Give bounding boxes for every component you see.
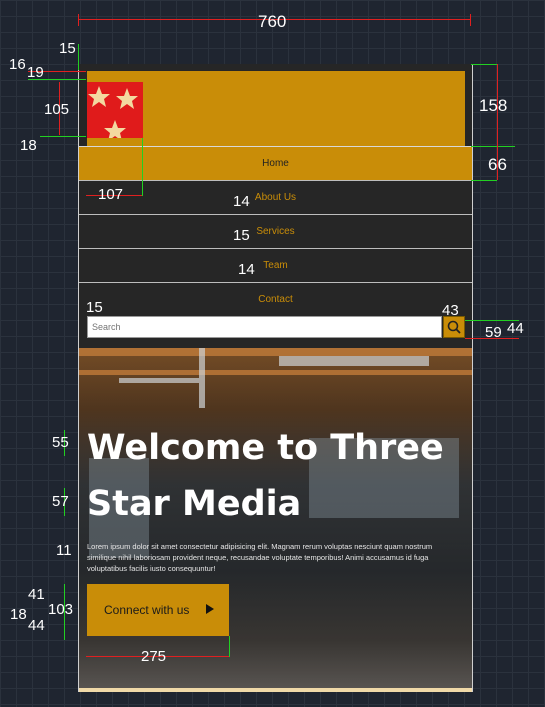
connect-button-label: Connect with us bbox=[104, 603, 190, 617]
nav-home[interactable]: Home bbox=[79, 146, 472, 181]
dim-page-width: 760 bbox=[258, 12, 287, 31]
hero-title: Welcome to Three Star Media bbox=[87, 428, 444, 524]
nav-team[interactable]: Team bbox=[79, 248, 472, 283]
dim-title-font-2: 57 bbox=[52, 493, 69, 510]
nav-services-label: Services bbox=[256, 226, 295, 237]
nav-services[interactable]: Services bbox=[79, 214, 472, 249]
nav-about-us[interactable]: About Us bbox=[79, 180, 472, 215]
search-button[interactable] bbox=[443, 316, 465, 338]
dimension-line bbox=[471, 146, 515, 147]
play-arrow-icon bbox=[206, 604, 214, 614]
dim-search-btn-width: 43 bbox=[442, 302, 459, 319]
dim-logo-b: 19 bbox=[27, 64, 44, 81]
dim-logo-height: 105 bbox=[44, 101, 70, 118]
dimension-line bbox=[229, 636, 230, 657]
dim-text-font: 11 bbox=[56, 542, 72, 559]
dimension-tick bbox=[470, 14, 471, 26]
nav-team-label: Team bbox=[263, 260, 288, 271]
dimension-line bbox=[142, 138, 143, 196]
dim-cta-height: 103 bbox=[48, 601, 74, 618]
dimension-line bbox=[40, 136, 86, 137]
dimension-tick bbox=[78, 14, 79, 26]
dimension-line bbox=[471, 64, 497, 65]
nav-contact[interactable]: Contact bbox=[79, 282, 472, 317]
star-icon bbox=[88, 86, 138, 138]
dim-nav-height: 66 bbox=[488, 155, 507, 174]
search-bar bbox=[87, 316, 465, 340]
dim-cta-bottom: 44 bbox=[28, 617, 45, 634]
nav-about-label: About Us bbox=[254, 192, 297, 203]
dim-about-font: 14 bbox=[233, 193, 250, 210]
nav-home-label: Home bbox=[262, 158, 289, 169]
dim-search-height: 44 bbox=[507, 320, 524, 337]
three-star-logo[interactable] bbox=[87, 82, 143, 138]
dim-logo-gap: 18 bbox=[20, 137, 37, 154]
dim-search-area: 59 bbox=[485, 324, 502, 341]
dim-logo-width: 107 bbox=[98, 186, 124, 203]
search-icon bbox=[447, 320, 461, 334]
dimension-line bbox=[78, 44, 79, 70]
dim-title-font-1: 55 bbox=[52, 434, 69, 451]
mobile-page: Home About Us Services Team Contact Welc… bbox=[78, 64, 473, 692]
hero-section: Welcome to Three Star Media Lorem ipsum … bbox=[79, 348, 472, 692]
hero-bottom-strip bbox=[79, 688, 472, 692]
connect-button[interactable]: Connect with us bbox=[87, 584, 229, 636]
dim-header-top: 15 bbox=[59, 40, 76, 57]
search-input[interactable] bbox=[87, 316, 442, 338]
dim-search-margin: 15 bbox=[86, 299, 103, 316]
dim-cta-width: 275 bbox=[141, 648, 167, 665]
dimension-line bbox=[471, 180, 497, 181]
nav-contact-label: Contact bbox=[258, 294, 293, 305]
dim-cta-text: 18 bbox=[10, 606, 27, 623]
dim-header-height: 158 bbox=[479, 96, 508, 115]
dim-team-font: 14 bbox=[238, 261, 255, 278]
hero-paragraph: Lorem ipsum dolor sit amet consectetur a… bbox=[87, 542, 433, 573]
dim-logo-a: 16 bbox=[9, 56, 26, 73]
dim-services-font: 15 bbox=[233, 227, 250, 244]
dim-cta-top: 41 bbox=[28, 586, 45, 603]
